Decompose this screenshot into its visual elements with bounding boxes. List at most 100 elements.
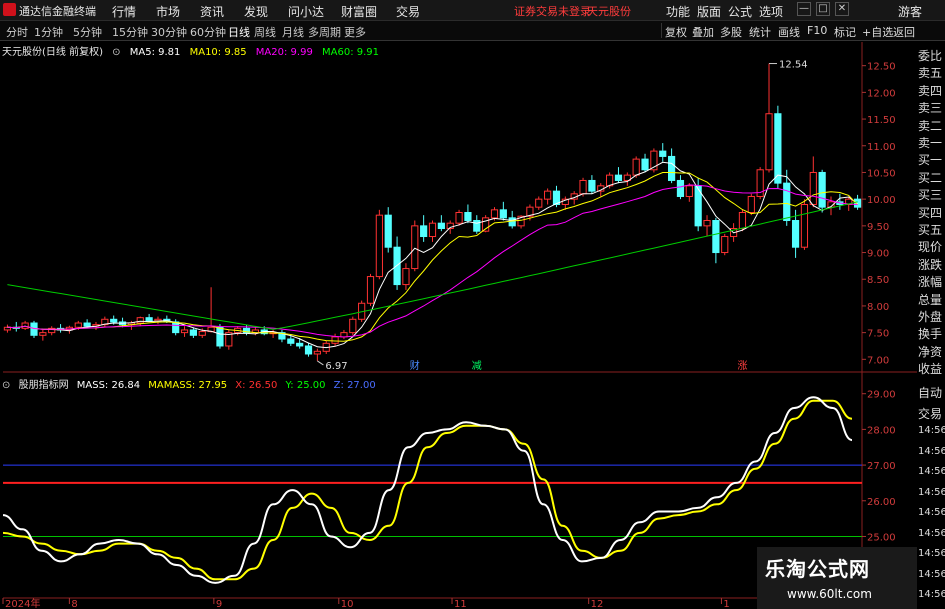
date-tick-label: 1: [723, 599, 729, 609]
side-tab-lower[interactable]: 自动: [918, 384, 944, 401]
date-tick-label: 8: [71, 599, 77, 609]
side-tab[interactable]: 买二: [918, 169, 944, 186]
low-marker-line: [317, 360, 324, 366]
trade-time: 14:56: [918, 486, 945, 498]
candle-body: [579, 179, 587, 195]
side-tab[interactable]: 总量: [918, 291, 944, 308]
watermark-title: 乐淘公式网: [765, 557, 870, 581]
candle-body: [340, 332, 348, 338]
candle-body: [783, 182, 791, 222]
candle-body: [304, 345, 313, 355]
side-tab[interactable]: 买四: [918, 204, 944, 221]
date-tick-label: 2024年: [5, 597, 40, 609]
side-tab[interactable]: 卖四: [918, 82, 944, 99]
y-value: Y: 25.00: [285, 380, 326, 391]
candle-body: [818, 171, 826, 208]
candle-body: [428, 222, 437, 238]
tdx-terminal-window: 通达信金融终端 行情 市场 资讯 发现 问小达 财富圈 交易 证券交易未登录 天…: [0, 0, 945, 609]
indicator-tick-label: 27.00: [867, 461, 896, 472]
candle-body: [712, 220, 720, 254]
mamass-value: MAMASS: 27.95: [148, 380, 228, 391]
side-tab[interactable]: 买一: [918, 151, 944, 168]
candle-body: [375, 214, 383, 278]
side-tab[interactable]: 收益: [918, 360, 944, 377]
chart-title: 天元股份(日线 前复权): [2, 47, 103, 58]
x-value: X: 26.50: [235, 380, 278, 391]
side-tab[interactable]: 现价: [918, 238, 944, 255]
price-tick-label: 9.50: [867, 222, 889, 233]
price-tick-label: 10.00: [867, 195, 896, 206]
candle-body: [384, 214, 392, 248]
candle-body: [747, 195, 755, 213]
candle-body: [331, 336, 339, 344]
price-tick-label: 12.00: [867, 88, 896, 99]
indicator-name: 股朋指标网: [18, 380, 69, 391]
side-tab[interactable]: 涨幅: [918, 273, 944, 290]
trade-time: 14:56: [918, 507, 945, 518]
candle-body: [136, 317, 144, 324]
price-tick-label: 9.00: [867, 249, 889, 260]
date-tick-label: 11: [454, 599, 467, 609]
trade-time: 14:56: [918, 425, 945, 436]
indicator-tick-label: 29.00: [867, 390, 896, 401]
price-tick-label: 8.50: [867, 275, 889, 286]
side-tab[interactable]: 外盘: [918, 308, 944, 325]
ma10-value: MA10: 9.85: [189, 47, 247, 58]
side-tab[interactable]: 卖五: [918, 64, 944, 81]
event-marker: 涨: [737, 360, 747, 372]
candle-body: [287, 338, 295, 344]
date-tick-label: 12: [591, 599, 604, 609]
trade-time: 14:56: [918, 568, 945, 580]
candle-body: [544, 190, 552, 200]
candle-body: [464, 212, 472, 222]
kline-chart[interactable]: 12.50 12.00 11.50 11.00 10.50 10.00 9.50 9.00 8.…: [0, 0, 945, 609]
indicator-settings-icon[interactable]: ⊙: [2, 380, 10, 391]
side-tab[interactable]: 卖一: [918, 134, 944, 151]
price-tick-label: 7.50: [867, 329, 889, 340]
candle-body: [659, 150, 667, 157]
ma20-value: MA20: 9.99: [255, 47, 313, 58]
candle-body: [685, 185, 693, 197]
z-value: Z: 27.00: [333, 380, 376, 391]
candle-body: [74, 322, 82, 328]
trade-time: 14:56: [918, 527, 945, 539]
price-tick-label: 11.00: [867, 142, 896, 153]
price-tick-label: 10.50: [867, 168, 896, 179]
candle-body: [402, 268, 410, 286]
mass-indicator: [2, 396, 862, 584]
date-tick-label: 10: [341, 599, 354, 609]
side-tab[interactable]: 卖二: [918, 117, 944, 134]
side-tab[interactable]: 涨跌: [918, 256, 944, 273]
side-tab[interactable]: 委比: [918, 47, 944, 64]
candle-body: [508, 217, 516, 227]
price-tick-label: 11.50: [867, 115, 896, 126]
candle-body: [21, 322, 29, 329]
candle-body: [198, 331, 206, 336]
trade-time: 14:56: [918, 589, 945, 600]
candle-body: [180, 329, 189, 334]
candle-body: [676, 179, 685, 197]
side-tab[interactable]: 卖三: [918, 99, 944, 116]
indicator-info: ⊙ 股朋指标网 MASS: 26.84 MAMASS: 27.95 X: 26.…: [2, 376, 381, 391]
candle-body: [800, 203, 809, 248]
side-tab[interactable]: 换手: [918, 325, 944, 342]
watermark-logo: 乐淘公式网 www.60lt.com: [757, 547, 917, 609]
candle-body: [366, 276, 375, 304]
candle-body: [349, 318, 357, 334]
ma5-line: [7, 161, 858, 349]
trade-time: 14:56: [918, 548, 945, 559]
price-tick-label: 7.00: [867, 355, 889, 366]
settings-icon[interactable]: ⊙: [112, 47, 120, 58]
candle-body: [588, 179, 596, 192]
ma5-value: MA5: 9.81: [129, 47, 181, 58]
side-tab[interactable]: 买三: [918, 186, 944, 203]
high-marker-label: 12.54: [779, 60, 808, 71]
candle-body: [535, 198, 543, 208]
candle-body: [39, 332, 47, 336]
price-tick-label: 12.50: [867, 62, 896, 73]
side-tab[interactable]: 净资: [918, 343, 944, 360]
side-tab-lower[interactable]: 交易: [918, 405, 944, 422]
side-tab[interactable]: 买五: [918, 221, 944, 238]
candle-body: [411, 225, 419, 270]
event-marker: 财: [410, 359, 420, 372]
